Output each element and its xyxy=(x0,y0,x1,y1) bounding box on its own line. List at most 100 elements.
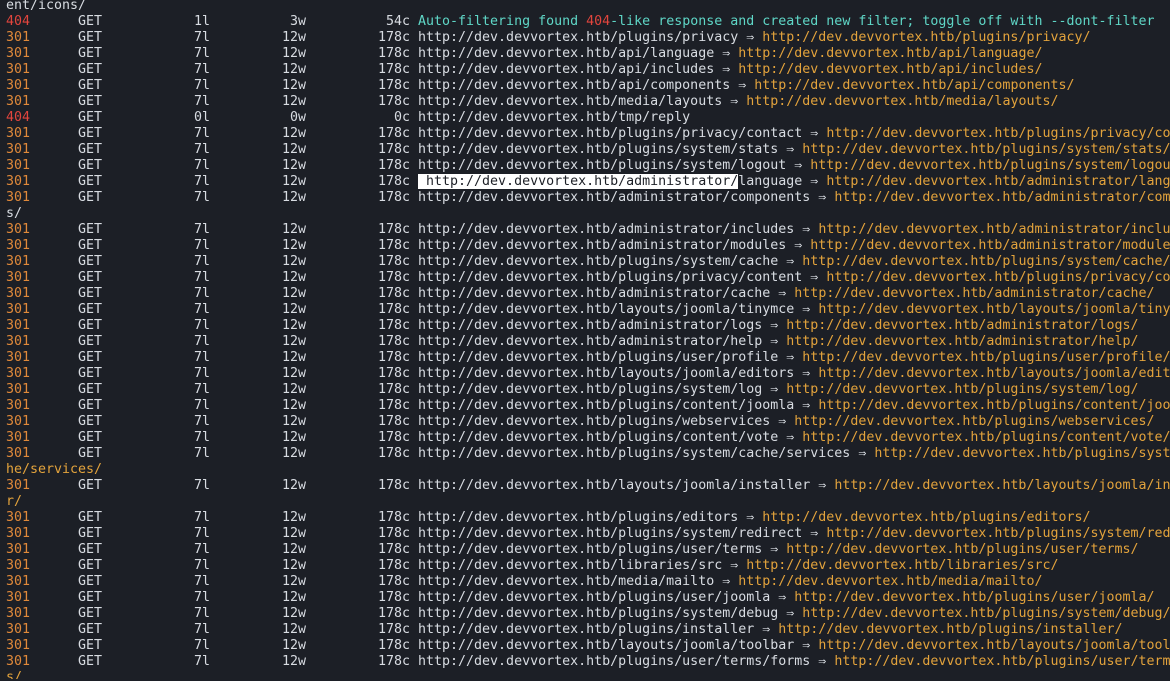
line-count: 7l xyxy=(193,510,210,525)
terminal-line: 301 GET 7l 12w 178c http://dev.devvortex.htb/… xyxy=(6,430,1170,446)
status-code: 301 xyxy=(6,366,31,381)
word-count: 12w xyxy=(281,606,306,621)
terminal-line: 301 GET 7l 12w 178c http://dev.devvortex.htb/… xyxy=(6,590,1170,606)
terminal-line: 301 GET 7l 12w 178c http://dev.devvortex.htb/… xyxy=(6,398,1170,414)
status-code: 301 xyxy=(6,62,31,77)
word-count: 12w xyxy=(281,62,306,77)
char-count: 178c xyxy=(377,350,410,365)
status-code: 301 xyxy=(6,382,31,397)
status-code: 301 xyxy=(6,526,31,541)
line-count: 7l xyxy=(193,174,210,189)
line-count: 7l xyxy=(193,414,210,429)
char-count: 178c xyxy=(377,270,410,285)
status-code: 301 xyxy=(6,654,31,669)
request-url: http://dev.devvortex.htb/plugins/system/… xyxy=(418,446,851,461)
status-code: 301 xyxy=(6,126,31,141)
line-count: 7l xyxy=(193,126,210,141)
line-count: 7l xyxy=(193,638,210,653)
word-count: 12w xyxy=(281,142,306,157)
redirect-arrow-icon: ⇒ xyxy=(794,158,803,173)
line-count: 7l xyxy=(193,398,210,413)
http-method: GET xyxy=(78,174,103,189)
terminal-line: 301 GET 7l 12w 178c http://dev.devvortex.htb/… xyxy=(6,350,1170,366)
request-url: http://dev.devvortex.htb/layouts/joomla/… xyxy=(418,366,795,381)
word-count: 12w xyxy=(281,526,306,541)
redirect-arrow-icon: ⇒ xyxy=(770,318,779,333)
http-method: GET xyxy=(78,430,103,445)
http-method: GET xyxy=(78,318,103,333)
line-count: 7l xyxy=(193,238,210,253)
terminal-line: 301 GET 7l 12w 178c http://dev.devvortex.htb/… xyxy=(6,318,1170,334)
http-method: GET xyxy=(78,126,103,141)
redirect-url: http://dev.devvortex.htb/administrator/i… xyxy=(818,222,1170,237)
terminal-line: 301 GET 7l 12w 178c http://dev.devvortex.htb/… xyxy=(6,606,1170,622)
word-count: 12w xyxy=(281,382,306,397)
word-count: 12w xyxy=(281,590,306,605)
redirect-arrow-icon: ⇒ xyxy=(786,254,795,269)
wrapped-redirect-url: r/ xyxy=(6,494,23,509)
line-count: 7l xyxy=(193,382,210,397)
line-count: 7l xyxy=(193,430,210,445)
redirect-url: http://dev.devvortex.htb/plugins/editors… xyxy=(762,510,1091,525)
line-count: 7l xyxy=(193,446,210,461)
redirect-url: http://dev.devvortex.htb/administrator/c… xyxy=(834,190,1170,205)
filter-status-code: 404 xyxy=(586,14,611,29)
redirect-url: http://dev.devvortex.htb/media/layouts/ xyxy=(746,94,1059,109)
terminal-line: 301 GET 7l 12w 178c http://dev.devvortex.htb/… xyxy=(6,542,1170,558)
redirect-arrow-icon: ⇒ xyxy=(770,334,779,349)
terminal-line: 301 GET 7l 12w 178c http://dev.devvortex.htb/… xyxy=(6,382,1170,398)
char-count: 178c xyxy=(377,366,410,381)
status-code: 301 xyxy=(6,190,31,205)
word-count: 0w xyxy=(289,110,306,125)
status-code: 301 xyxy=(6,574,31,589)
http-method: GET xyxy=(78,622,103,637)
line-count: 7l xyxy=(193,366,210,381)
char-count: 178c xyxy=(377,398,410,413)
char-count: 178c xyxy=(377,654,410,669)
line-count: 7l xyxy=(193,526,210,541)
word-count: 12w xyxy=(281,446,306,461)
word-count: 12w xyxy=(281,350,306,365)
redirect-arrow-icon: ⇒ xyxy=(802,638,811,653)
char-count: 178c xyxy=(377,606,410,621)
request-url: http://dev.devvortex.htb/api/components xyxy=(418,78,731,93)
http-method: GET xyxy=(78,510,103,525)
word-count: 12w xyxy=(281,158,306,173)
selected-url-text[interactable]: http://dev.devvortex.htb/administrator/ xyxy=(418,174,739,189)
word-count: 12w xyxy=(281,174,306,189)
request-url: http://dev.devvortex.htb/plugins/system/… xyxy=(418,382,763,397)
line-count: 7l xyxy=(193,654,210,669)
line-count: 7l xyxy=(193,558,210,573)
status-code: 301 xyxy=(6,238,31,253)
request-url: http://dev.devvortex.htb/administrator/l… xyxy=(418,318,763,333)
redirect-url: http://dev.devvortex.htb/layouts/joomla/… xyxy=(818,638,1170,653)
char-count: 178c xyxy=(377,478,410,493)
redirect-url: http://dev.devvortex.htb/api/includes/ xyxy=(738,62,1043,77)
word-count: 12w xyxy=(281,430,306,445)
redirect-url: http://dev.devvortex.htb/plugins/privacy… xyxy=(826,126,1170,141)
redirect-arrow-icon: ⇒ xyxy=(802,302,811,317)
http-method: GET xyxy=(78,142,103,157)
status-code: 301 xyxy=(6,142,31,157)
redirect-url: http://dev.devvortex.htb/plugins/system/… xyxy=(810,158,1170,173)
redirect-arrow-icon: ⇒ xyxy=(858,446,867,461)
status-code: 301 xyxy=(6,174,31,189)
http-method: GET xyxy=(78,78,103,93)
http-method: GET xyxy=(78,94,103,109)
http-method: GET xyxy=(78,638,103,653)
word-count: 12w xyxy=(281,94,306,109)
terminal-line: s/ xyxy=(6,206,1170,222)
char-count: 178c xyxy=(377,142,410,157)
request-url: http://dev.devvortex.htb/layouts/joomla/… xyxy=(418,478,811,493)
redirect-arrow-icon: ⇒ xyxy=(818,190,827,205)
terminal-output[interactable]: ent/icons/404 GET 1l 3w 54c Auto-filtering fo… xyxy=(0,0,1170,679)
terminal-line: 301 GET 7l 12w 178c http://dev.devvortex.htb/… xyxy=(6,190,1170,206)
char-count: 178c xyxy=(377,510,410,525)
status-code: 301 xyxy=(6,30,31,45)
terminal-line: ent/icons/ xyxy=(6,0,1170,14)
terminal-line: s/ xyxy=(6,670,1170,679)
status-code: 404 xyxy=(6,110,31,125)
char-count: 178c xyxy=(377,302,410,317)
status-code: 301 xyxy=(6,158,31,173)
redirect-url: http://dev.devvortex.htb/plugins/system/… xyxy=(802,142,1170,157)
